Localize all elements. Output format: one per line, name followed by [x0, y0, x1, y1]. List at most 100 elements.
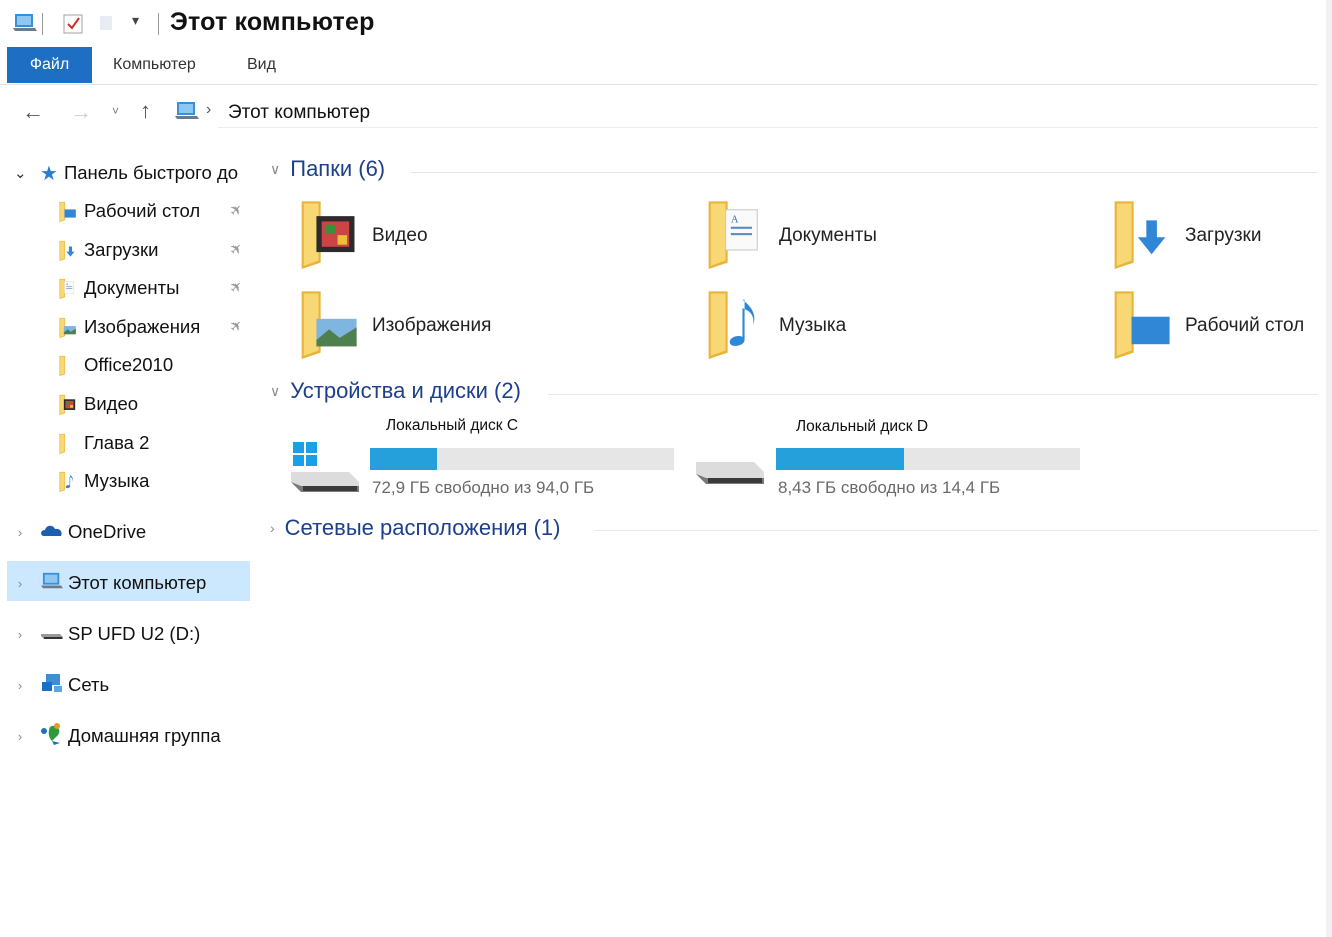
desktop-folder-icon: [1108, 285, 1172, 364]
sidebar-item[interactable]: Office2010: [56, 348, 251, 382]
computer-icon: [174, 100, 200, 127]
folder-icon: [56, 432, 78, 454]
tab-view[interactable]: Вид: [247, 56, 276, 74]
network-group-header[interactable]: › Сетевые расположения (1): [270, 515, 561, 541]
drive-d-free-space: 8,43 ГБ свободно из 14,4 ГБ: [778, 478, 1001, 497]
sidebar-item-label: Office2010: [84, 354, 174, 376]
documents-folder-icon: A: [56, 277, 78, 300]
pin-icon[interactable]: ✈: [225, 199, 247, 221]
tab-computer[interactable]: Компьютер: [113, 56, 196, 74]
section-divider: [410, 172, 1318, 173]
sidebar-item[interactable]: Загрузки ✈: [56, 233, 251, 267]
breadcrumb-separator: ›: [206, 101, 212, 118]
sidebar-item[interactable]: Музыка: [56, 464, 251, 498]
sidebar-item-label: OneDrive: [68, 521, 147, 542]
forward-arrow-icon[interactable]: →: [70, 99, 92, 125]
recent-locations-chevron-icon[interactable]: ˅: [112, 104, 119, 118]
devices-group-header[interactable]: ∨ Устройства и диски (2): [270, 378, 521, 404]
onedrive-icon: [40, 521, 64, 543]
expand-chevron-icon[interactable]: ›: [14, 525, 26, 540]
videos-folder-icon: [295, 195, 359, 274]
pictures-folder-icon: [56, 316, 78, 338]
drive-c-name: Локальный диск C: [386, 417, 519, 434]
expand-chevron-icon[interactable]: ›: [270, 520, 275, 536]
sidebar-item[interactable]: › Этот компьютер: [14, 566, 207, 600]
breadcrumb-current[interactable]: Этот компьютер: [228, 102, 370, 124]
sidebar-item[interactable]: › SP UFD U2 (D:): [14, 617, 200, 651]
windows-drive-icon: [289, 442, 361, 503]
music-folder-icon: [56, 470, 78, 493]
pin-icon[interactable]: ✈: [225, 238, 247, 259]
drive-d-usage-bar: [776, 448, 1080, 470]
quick-access-dropdown-icon[interactable]: ▾: [132, 12, 139, 29]
sidebar-item-label: Домашняя группа: [68, 725, 221, 746]
drive-c-tile[interactable]: Локальный диск C 72,9 ГБ свободно из 94,…: [285, 410, 685, 500]
sidebar-item-label: Документы: [84, 277, 180, 299]
pictures-folder-icon: [295, 285, 359, 364]
folder-tile[interactable]: Рабочий стол: [1108, 285, 1318, 365]
downloads-folder-icon: [1108, 195, 1172, 274]
folder-tile-label: Видео: [372, 225, 428, 246]
network-icon: [40, 672, 64, 699]
tab-file[interactable]: Файл: [7, 47, 92, 83]
sidebar-item[interactable]: A Документы ✈: [56, 271, 251, 305]
folders-group-header[interactable]: ∨ Папки (6): [270, 156, 385, 182]
folders-header-label: Папки (6): [290, 156, 386, 181]
sidebar-item[interactable]: › Сеть: [14, 668, 109, 702]
address-divider: [218, 127, 1318, 128]
folder-tile-label: Загрузки: [1185, 225, 1262, 246]
properties-icon[interactable]: [62, 13, 84, 40]
drive-d-tile[interactable]: Локальный диск D 8,43 ГБ свободно из 14,…: [690, 410, 1090, 500]
separator: [42, 13, 43, 35]
sidebar-item-label: Этот компьютер: [68, 572, 207, 593]
folder-tile[interactable]: Видео: [295, 195, 505, 275]
folder-tile[interactable]: Изображения: [295, 285, 505, 365]
window-right-edge: [1326, 0, 1332, 937]
sidebar-item[interactable]: Изображения ✈: [56, 310, 251, 344]
up-arrow-icon[interactable]: ↑: [140, 98, 151, 124]
collapse-chevron-icon[interactable]: ∨: [270, 383, 280, 400]
folder-icon: [56, 354, 78, 377]
section-divider: [548, 394, 1318, 395]
pin-icon[interactable]: ✈: [225, 276, 247, 298]
back-arrow-icon[interactable]: ←: [22, 99, 44, 125]
homegroup-icon: [40, 722, 64, 750]
drive-c-free-space: 72,9 ГБ свободно из 94,0 ГБ: [372, 478, 595, 497]
svg-text:A: A: [731, 214, 739, 225]
expand-chevron-icon[interactable]: ›: [14, 678, 26, 693]
sidebar-item[interactable]: Видео: [56, 387, 251, 421]
desktop-folder-icon: [56, 200, 78, 222]
hard-drive-icon: [694, 454, 766, 499]
sidebar-item[interactable]: › OneDrive: [14, 515, 146, 549]
drive-c-usage-bar: [370, 448, 674, 470]
window-title: Этот компьютер: [170, 8, 375, 36]
sidebar-item-label: Рабочий стол: [84, 200, 201, 221]
new-folder-icon[interactable]: [98, 14, 114, 37]
star-icon: ★: [40, 162, 58, 185]
computer-app-icon[interactable]: [12, 12, 38, 39]
collapse-chevron-icon[interactable]: ∨: [270, 161, 280, 178]
videos-folder-icon: [56, 393, 78, 415]
sidebar-item[interactable]: › Домашняя группа: [14, 719, 221, 753]
expand-chevron-icon[interactable]: ›: [14, 729, 26, 744]
expand-chevron-icon[interactable]: ›: [14, 627, 26, 642]
documents-folder-icon: A: [702, 195, 766, 274]
folder-tile[interactable]: A Документы: [702, 195, 912, 275]
expand-chevron-icon[interactable]: ›: [14, 576, 26, 591]
folder-tile[interactable]: Музыка: [702, 285, 912, 365]
pin-icon[interactable]: ✈: [225, 315, 247, 337]
folder-tile-label: Изображения: [372, 315, 492, 336]
separator: [158, 13, 159, 35]
sidebar-item-quick-access[interactable]: ⌄ ★ Панель быстрого до: [14, 156, 238, 190]
drive-d-usage-fill: [776, 448, 904, 470]
folder-tile[interactable]: Загрузки: [1108, 195, 1318, 275]
sidebar-item-label: Изображения: [84, 315, 201, 337]
computer-icon: [40, 571, 64, 596]
folder-tile-label: Рабочий стол: [1185, 315, 1305, 336]
sidebar-item[interactable]: Рабочий стол ✈: [56, 194, 251, 228]
expanded-chevron-icon[interactable]: ⌄: [14, 164, 27, 182]
sidebar-item-label: Музыка: [84, 470, 150, 492]
sidebar-item[interactable]: Глава 2: [56, 426, 251, 460]
sidebar-item-label: Сеть: [68, 674, 110, 695]
sidebar-item-label: SP UFD U2 (D:): [68, 623, 201, 644]
